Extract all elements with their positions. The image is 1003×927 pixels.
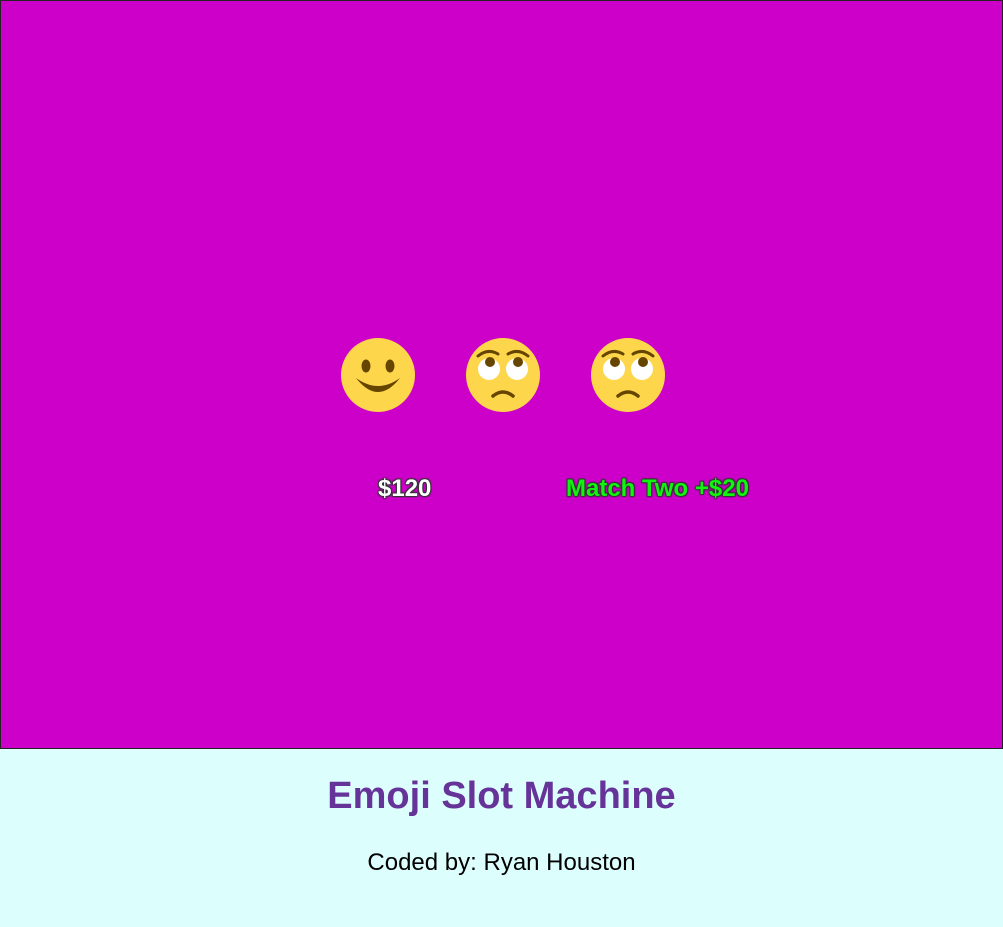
reel-1 — [339, 336, 417, 414]
reel-3 — [589, 336, 667, 414]
reel-2 — [464, 336, 542, 414]
face-with-rolling-eyes-icon — [466, 338, 540, 412]
face-with-rolling-eyes-icon — [591, 338, 665, 412]
game-canvas[interactable]: $120 Match Two +$20 — [0, 0, 1003, 749]
page-title: Emoji Slot Machine — [327, 775, 676, 817]
slightly-smiling-face-icon — [341, 338, 415, 412]
footer: Emoji Slot Machine Coded by: Ryan Housto… — [0, 749, 1003, 927]
author-credit: Coded by: Ryan Houston — [367, 849, 636, 876]
spin-result: Match Two +$20 — [566, 475, 749, 502]
money-balance: $120 — [378, 475, 432, 502]
